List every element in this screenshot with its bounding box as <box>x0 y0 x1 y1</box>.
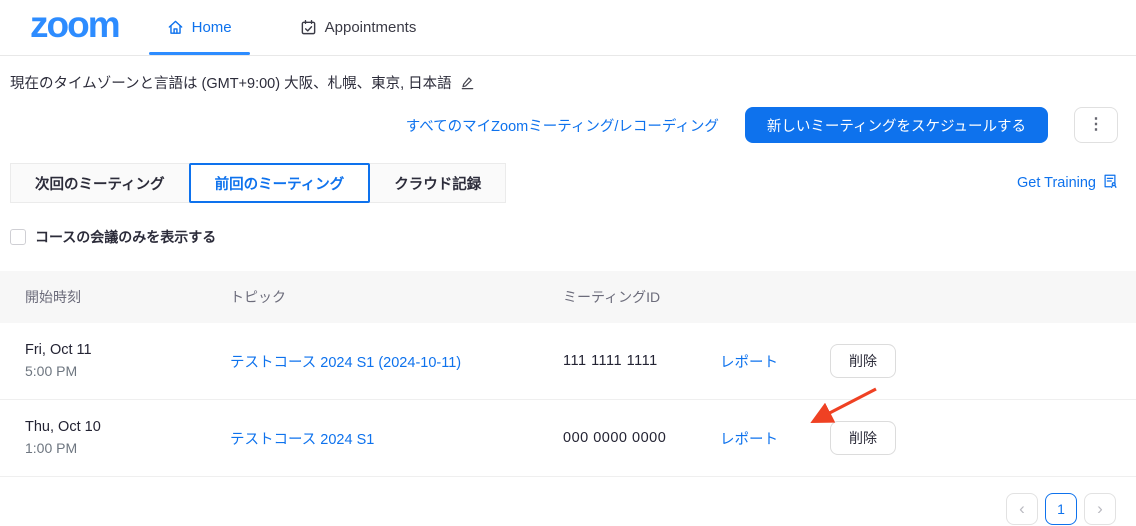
zoom-logo: zoom <box>30 6 119 49</box>
actions-row: すべてのマイZoomミーティング/レコーディング 新しいミーティングをスケジュー… <box>0 107 1136 143</box>
top-navigation: zoom Home Appointments <box>0 0 1136 56</box>
nav-tab-home[interactable]: Home <box>161 0 238 55</box>
chevron-left-icon: ‹ <box>1019 499 1025 519</box>
tab-upcoming-meetings[interactable]: 次回のミーティング <box>10 163 190 203</box>
column-header-topic: トピック <box>230 287 563 307</box>
table-header-row: 開始時刻 トピック ミーティングID <box>0 271 1136 323</box>
pagination-page-1-button[interactable]: 1 <box>1045 493 1077 525</box>
nav-tab-home-label: Home <box>192 19 232 36</box>
column-header-meeting-id: ミーティングID <box>563 287 720 307</box>
start-time-cell: Thu, Oct 10 1:00 PM <box>0 416 230 460</box>
all-zoom-meetings-link[interactable]: すべてのマイZoomミーティング/レコーディング <box>406 115 719 136</box>
start-time-cell: Fri, Oct 11 5:00 PM <box>0 339 230 383</box>
chevron-right-icon: › <box>1097 499 1103 519</box>
meeting-time: 1:00 PM <box>25 438 230 460</box>
pagination-next-button[interactable]: › <box>1084 493 1116 525</box>
get-training-label: Get Training <box>1017 175 1096 191</box>
filter-row: コースの会議のみを表示する <box>10 227 1136 247</box>
calendar-check-icon <box>300 19 317 36</box>
table-row: Thu, Oct 10 1:00 PM テストコース 2024 S1 000 0… <box>0 400 1136 477</box>
delete-button[interactable]: 削除 <box>830 421 896 455</box>
course-only-label: コースの会議のみを表示する <box>35 227 216 247</box>
schedule-meeting-button[interactable]: 新しいミーティングをスケジュールする <box>745 107 1048 143</box>
zoom-lti-page: zoom Home Appointments <box>0 0 1136 526</box>
tab-previous-meetings[interactable]: 前回のミーティング <box>189 163 371 203</box>
report-link-row-2[interactable]: レポート <box>720 432 778 448</box>
nav-tab-appointments-label: Appointments <box>325 19 417 36</box>
timezone-text: 現在のタイムゾーンと言語は (GMT+9:00) 大阪、札幌、東京, 日本語 <box>10 72 452 93</box>
timezone-line: 現在のタイムゾーンと言語は (GMT+9:00) 大阪、札幌、東京, 日本語 <box>0 56 1136 93</box>
tab-cloud-recordings[interactable]: クラウド記録 <box>369 163 506 203</box>
course-only-checkbox[interactable] <box>10 229 26 245</box>
table-row: Fri, Oct 11 5:00 PM テストコース 2024 S1 (2024… <box>0 323 1136 400</box>
meeting-id: 111 1111 1111 <box>563 353 720 369</box>
tab-cloud-recordings-label: クラウド記録 <box>394 173 481 194</box>
meetings-table: 開始時刻 トピック ミーティングID Fri, Oct 11 5:00 PM テ… <box>0 271 1136 477</box>
home-icon <box>167 19 184 36</box>
report-link[interactable]: レポート <box>720 355 778 371</box>
meeting-id: 000 0000 0000 <box>563 430 720 446</box>
delete-button[interactable]: 削除 <box>830 344 896 378</box>
get-training-link[interactable]: Get Training <box>1017 173 1118 193</box>
pagination: ‹ 1 › <box>0 493 1136 525</box>
tab-previous-meetings-label: 前回のミーティング <box>215 173 345 194</box>
edit-pencil-icon[interactable] <box>460 75 475 90</box>
meeting-time: 5:00 PM <box>25 361 230 383</box>
topic-link[interactable]: テストコース 2024 S1 <box>230 432 374 448</box>
meeting-date: Fri, Oct 11 <box>25 339 230 361</box>
meeting-date: Thu, Oct 10 <box>25 416 230 438</box>
training-doc-icon <box>1102 173 1118 193</box>
nav-tab-appointments[interactable]: Appointments <box>294 0 423 55</box>
tab-upcoming-meetings-label: 次回のミーティング <box>35 173 165 194</box>
meeting-tabs-row: 次回のミーティング 前回のミーティング クラウド記録 Get Training <box>0 163 1136 203</box>
topic-link[interactable]: テストコース 2024 S1 (2024-10-11) <box>230 355 461 371</box>
more-options-button[interactable]: ⋮ <box>1074 107 1118 143</box>
column-header-start-time: 開始時刻 <box>0 287 230 307</box>
kebab-menu-icon: ⋮ <box>1088 116 1104 133</box>
pagination-prev-button[interactable]: ‹ <box>1006 493 1038 525</box>
